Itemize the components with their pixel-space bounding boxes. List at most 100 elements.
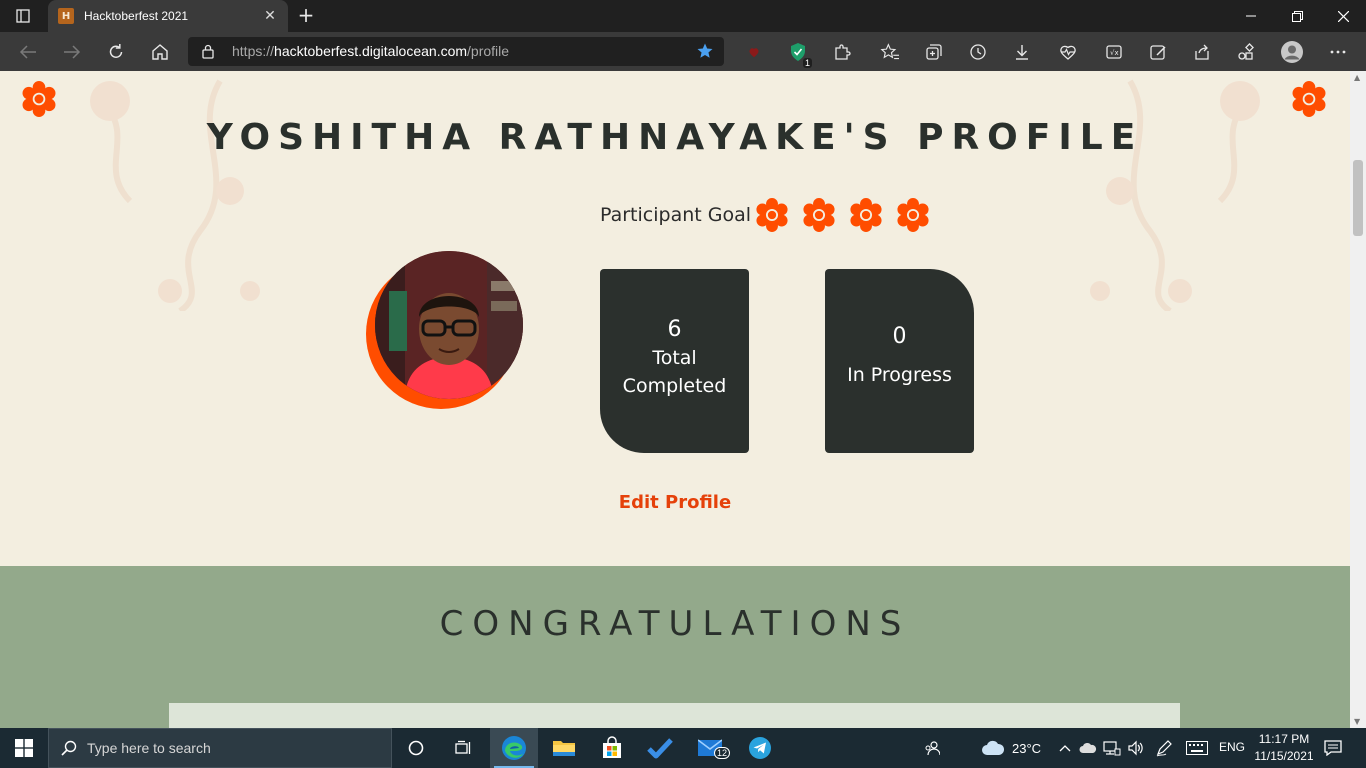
address-bar[interactable]: https://hacktoberfest.digitalocean.com/p…: [188, 37, 724, 66]
tab-close-icon[interactable]: ✕: [262, 8, 278, 24]
taskbar-search-box[interactable]: Type here to search: [48, 728, 392, 768]
tab-actions-button[interactable]: [8, 4, 38, 28]
settings-more-button[interactable]: [1324, 38, 1352, 66]
goal-label: Participant Goal: [600, 204, 752, 226]
forward-button[interactable]: [58, 38, 86, 66]
in-progress-card: 0 In Progress: [825, 269, 974, 453]
clock-time: 11:17 PM: [1258, 732, 1310, 746]
total-completed-label-line2: Completed: [622, 375, 727, 397]
page-scrollbar[interactable]: ▲ ▼: [1350, 71, 1366, 728]
extension-heart-button[interactable]: [740, 38, 768, 66]
lock-icon[interactable]: [202, 44, 214, 59]
store-bag-icon: [603, 736, 621, 758]
goal-flower-icon: [756, 198, 788, 232]
edge-taskbar-button[interactable]: [490, 728, 538, 768]
cortana-circle-icon: [408, 740, 424, 756]
show-hidden-icons-button[interactable]: [1054, 728, 1076, 768]
performance-button[interactable]: [1054, 38, 1082, 66]
in-progress-label: In Progress: [847, 364, 952, 386]
onedrive-cloud-icon: [1079, 742, 1097, 753]
task-view-button[interactable]: [440, 728, 488, 768]
cloud-weather-icon: [982, 740, 1005, 755]
mail-badge: 12: [714, 747, 731, 759]
share-button[interactable]: [1188, 38, 1216, 66]
avatar-photo: [375, 251, 523, 399]
refresh-button[interactable]: [102, 38, 130, 66]
microsoft-store-button[interactable]: [588, 728, 636, 768]
downloads-button[interactable]: [1008, 38, 1036, 66]
page-title: YOSHITHA RATHNAYAKE'S PROFILE: [206, 117, 1144, 158]
tab-title: Hacktoberfest 2021: [84, 9, 189, 23]
download-icon: [1016, 45, 1028, 60]
avatar: [375, 251, 523, 399]
decorative-floral-left-icon: [90, 79, 260, 311]
avatar-icon: [1281, 41, 1303, 63]
people-button[interactable]: [910, 728, 954, 768]
math-solver-button[interactable]: √x: [1100, 38, 1128, 66]
people-icon: [925, 741, 940, 756]
goal-flower-icon: [850, 198, 882, 232]
scroll-up-arrow-icon[interactable]: ▲: [1354, 73, 1360, 82]
edit-profile-link[interactable]: Edit Profile: [0, 492, 1350, 513]
weather-temperature[interactable]: 23°C: [1012, 741, 1041, 756]
notification-icon: [1324, 740, 1342, 756]
browser-toolbar: https://hacktoberfest.digitalocean.com/p…: [0, 32, 1366, 71]
favorites-star-list-icon: [880, 43, 899, 60]
browser-tab[interactable]: H Hacktoberfest 2021 ✕: [48, 0, 288, 32]
url-host: hacktoberfest.digitalocean.com: [274, 43, 468, 59]
windows-logo-icon: [15, 739, 33, 757]
taskbar-clock[interactable]: 11:17 PM 11/15/2021: [1246, 731, 1322, 765]
url-scheme: https://: [232, 43, 275, 59]
sidebar-apps-button[interactable]: [1232, 38, 1260, 66]
collections-icon: [926, 44, 942, 60]
input-language[interactable]: ENG: [1219, 740, 1245, 754]
back-button[interactable]: [14, 38, 42, 66]
restore-icon: [1291, 10, 1303, 22]
home-button[interactable]: [146, 38, 174, 66]
minimize-icon: [1246, 15, 1256, 17]
start-button[interactable]: [0, 728, 48, 768]
onedrive-tray-button[interactable]: [1076, 728, 1100, 768]
collections-button[interactable]: [920, 38, 948, 66]
goal-flower-icon: [803, 198, 835, 232]
touch-keyboard-button[interactable]: [1182, 728, 1212, 768]
new-tab-button[interactable]: +: [294, 4, 318, 28]
congratulations-panel: [169, 703, 1180, 728]
action-center-button[interactable]: [1318, 728, 1348, 768]
scroll-down-arrow-icon[interactable]: ▼: [1354, 717, 1360, 726]
svg-text:√x: √x: [1110, 49, 1119, 57]
file-explorer-button[interactable]: [540, 728, 588, 768]
apps-icon: [1238, 43, 1254, 60]
pen-icon: [1156, 740, 1172, 757]
favorites-button[interactable]: [876, 38, 904, 66]
share-icon: [1195, 44, 1209, 60]
close-window-button[interactable]: [1320, 0, 1366, 32]
restore-button[interactable]: [1274, 0, 1320, 32]
weather-widget[interactable]: [975, 728, 1011, 768]
todo-button[interactable]: [636, 728, 684, 768]
scrollbar-thumb[interactable]: [1353, 160, 1363, 236]
extension-shield-button[interactable]: 1: [784, 38, 812, 68]
history-button[interactable]: [964, 38, 992, 66]
profile-hero: YOSHITHA RATHNAYAKE'S PROFILE Participan…: [0, 71, 1350, 566]
heartbeat-icon: [1060, 45, 1076, 60]
profile-avatar: [366, 251, 526, 411]
url-text: https://hacktoberfest.digitalocean.com/p…: [232, 43, 509, 59]
home-icon: [152, 44, 168, 60]
close-icon: [1337, 10, 1349, 22]
extensions-button[interactable]: [828, 38, 856, 66]
web-capture-button[interactable]: [1144, 38, 1172, 66]
mail-button[interactable]: 12: [686, 728, 734, 768]
network-icon: [1103, 741, 1121, 756]
pen-tray-button[interactable]: [1152, 728, 1176, 768]
telegram-button[interactable]: [736, 728, 784, 768]
favorite-star-icon[interactable]: [696, 42, 714, 60]
network-tray-button[interactable]: [1100, 728, 1124, 768]
profile-button[interactable]: [1278, 38, 1306, 66]
clock-date: 11/15/2021: [1254, 749, 1314, 763]
search-placeholder: Type here to search: [87, 740, 211, 756]
browser-tab-strip: H Hacktoberfest 2021 ✕ +: [0, 0, 1366, 32]
volume-tray-button[interactable]: [1124, 728, 1148, 768]
minimize-button[interactable]: [1228, 0, 1274, 32]
cortana-button[interactable]: [392, 728, 440, 768]
